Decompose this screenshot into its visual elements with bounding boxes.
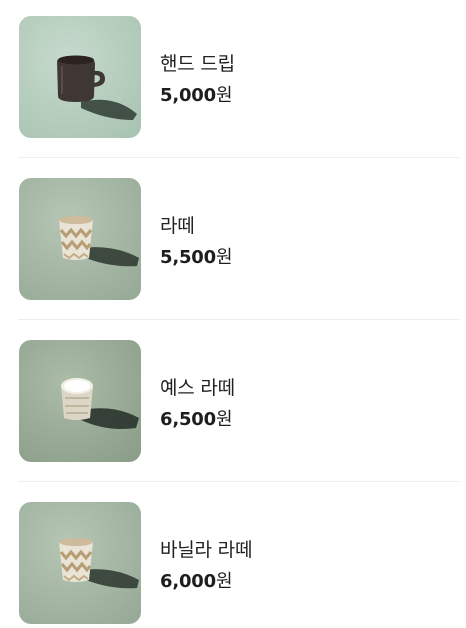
price-amount: 6,000 [160,571,216,592]
price-amount: 5,500 [160,247,216,268]
item-price: 6,000원 [160,567,233,593]
price-amount: 6,500 [160,409,216,430]
item-price: 5,500원 [160,243,233,269]
price-currency: 원 [215,409,233,430]
price-currency: 원 [215,247,233,268]
latte-glass-icon [19,340,141,462]
item-price: 5,000원 [160,81,233,107]
menu-item-latte[interactable]: 라떼 5,500원 [0,178,466,302]
product-image-hand-drip [19,16,141,138]
item-name: 라떼 [160,215,195,237]
divider [18,319,460,320]
price-amount: 5,000 [160,85,216,106]
menu-item-vanilla-latte[interactable]: 바닐라 라떼 6,000원 [0,502,466,626]
product-image-vanilla-latte [19,502,141,624]
menu-list: 핸드 드립 5,000원 라떼 5,500원 예스 라떼 6,500원 바닐라 … [0,0,466,628]
iced-latte-glass-icon [19,178,141,300]
menu-item-yes-latte[interactable]: 예스 라떼 6,500원 [0,340,466,464]
divider [18,481,460,482]
price-currency: 원 [215,571,233,592]
item-price: 6,500원 [160,405,233,431]
product-image-latte [19,178,141,300]
menu-item-hand-drip[interactable]: 핸드 드립 5,000원 [0,16,466,140]
item-name: 핸드 드립 [160,53,235,75]
iced-latte-glass-icon [19,502,141,624]
price-currency: 원 [215,85,233,106]
mug-icon [19,16,141,138]
item-name: 예스 라떼 [160,377,235,399]
item-name: 바닐라 라떼 [160,539,253,561]
divider [18,157,460,158]
product-image-yes-latte [19,340,141,462]
